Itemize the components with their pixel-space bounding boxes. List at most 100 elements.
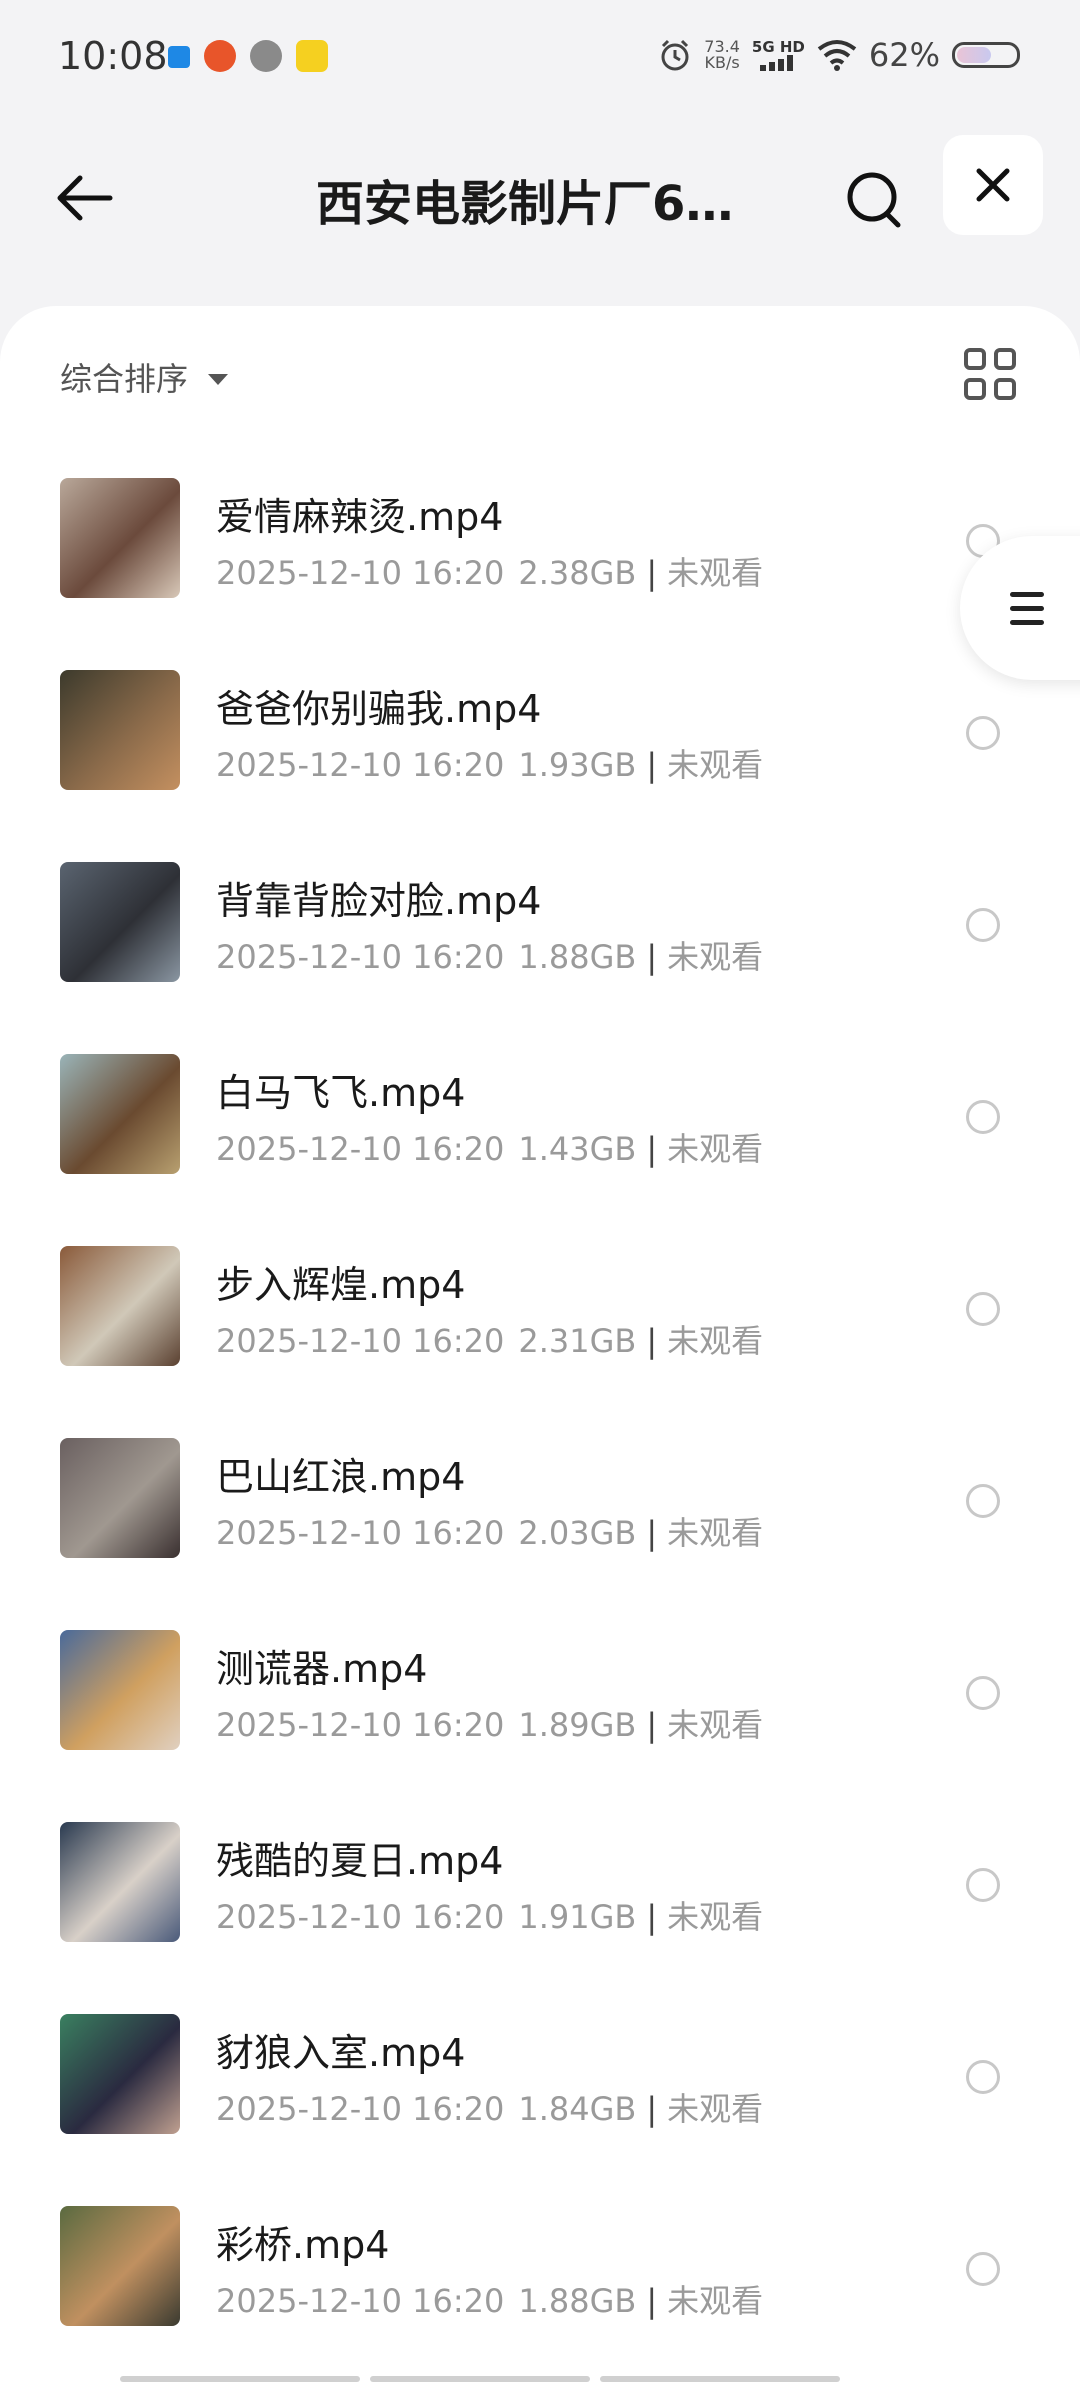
- alarm-icon: [661, 39, 689, 71]
- wifi-icon: [817, 40, 857, 71]
- file-row[interactable]: 白马飞飞.mp4 2025-12-10 16:20 1.43GB | 未观看: [0, 1022, 1080, 1214]
- status-bar: 10:08 73.4 KB/s 5G HD 62%: [0, 0, 1080, 120]
- select-checkbox[interactable]: [966, 1484, 1000, 1518]
- select-checkbox[interactable]: [966, 2060, 1000, 2094]
- file-name: 豺狼入室.mp4: [216, 2031, 466, 2075]
- select-checkbox[interactable]: [966, 1292, 1000, 1326]
- select-checkbox[interactable]: [966, 908, 1000, 942]
- battery-percent: 62%: [868, 36, 940, 74]
- file-name: 残酷的夏日.mp4: [216, 1839, 504, 1883]
- select-checkbox[interactable]: [966, 2252, 1000, 2286]
- file-row[interactable]: 爸爸你别骗我.mp4 2025-12-10 16:20 1.93GB | 未观看: [0, 638, 1080, 830]
- file-size: 1.89GB: [518, 1706, 637, 1744]
- file-row[interactable]: 爱情麻辣烫.mp4 2025-12-10 16:20 2.38GB | 未观看: [0, 446, 1080, 638]
- file-size: 1.93GB: [518, 746, 637, 784]
- meta-separator: |: [646, 2282, 658, 2320]
- watch-status: 未观看: [667, 1514, 764, 1552]
- file-row[interactable]: 步入辉煌.mp4 2025-12-10 16:20 2.31GB | 未观看: [0, 1214, 1080, 1406]
- video-thumbnail: [60, 670, 180, 790]
- watch-status: 未观看: [667, 746, 764, 784]
- app-notification-icon-blue: [168, 46, 190, 68]
- battery-level: [957, 47, 992, 63]
- file-meta: 2025-12-10 16:20 2.31GB | 未观看: [216, 1316, 763, 1362]
- select-checkbox[interactable]: [966, 1868, 1000, 1902]
- file-row[interactable]: 测谎器.mp4 2025-12-10 16:20 1.89GB | 未观看: [0, 1598, 1080, 1790]
- meta-separator: |: [646, 1130, 658, 1168]
- file-size: 1.88GB: [518, 2282, 637, 2320]
- file-row[interactable]: 彩桥.mp4 2025-12-10 16:20 1.88GB | 未观看: [0, 2174, 1080, 2366]
- header: 西安电影制片厂64…: [0, 120, 1080, 290]
- watch-status: 未观看: [667, 2090, 764, 2128]
- grid-view-button[interactable]: [964, 348, 1016, 400]
- video-thumbnail: [60, 1438, 180, 1558]
- grid-view-icon: [964, 378, 986, 400]
- video-thumbnail: [60, 1630, 180, 1750]
- file-name: 爸爸你别骗我.mp4: [216, 687, 542, 731]
- select-checkbox[interactable]: [966, 716, 1000, 750]
- select-checkbox[interactable]: [966, 1100, 1000, 1134]
- video-thumbnail: [60, 2206, 180, 2326]
- watch-status: 未观看: [667, 1322, 764, 1360]
- sort-dropdown[interactable]: 综合排序: [60, 354, 229, 400]
- file-date: 2025-12-10 16:20: [216, 746, 505, 784]
- notification-icons: [168, 40, 328, 72]
- close-icon: [976, 168, 1010, 202]
- watch-status: 未观看: [667, 1898, 764, 1936]
- file-meta: 2025-12-10 16:20 2.03GB | 未观看: [216, 1508, 763, 1554]
- watch-status: 未观看: [667, 1706, 764, 1744]
- file-date: 2025-12-10 16:20: [216, 1706, 505, 1744]
- network-type: 5G HD: [751, 37, 805, 56]
- file-size: 2.38GB: [518, 554, 637, 592]
- file-date: 2025-12-10 16:20: [216, 1898, 505, 1936]
- file-size: 1.84GB: [518, 2090, 637, 2128]
- video-thumbnail: [60, 862, 180, 982]
- file-date: 2025-12-10 16:20: [216, 1130, 505, 1168]
- video-thumbnail: [60, 1822, 180, 1942]
- meta-separator: |: [646, 554, 658, 592]
- video-thumbnail: [60, 1054, 180, 1174]
- status-time: 10:08: [58, 34, 168, 78]
- page-title: 西安电影制片厂64…: [316, 176, 766, 232]
- file-meta: 2025-12-10 16:20 1.89GB | 未观看: [216, 1700, 763, 1746]
- meta-separator: |: [646, 1514, 658, 1552]
- file-size: 1.91GB: [518, 1898, 637, 1936]
- search-button[interactable]: [834, 150, 914, 250]
- file-meta: 2025-12-10 16:20 1.43GB | 未观看: [216, 1124, 763, 1170]
- meta-separator: |: [646, 1322, 658, 1360]
- file-row[interactable]: 巴山红浪.mp4 2025-12-10 16:20 2.03GB | 未观看: [0, 1406, 1080, 1598]
- app-notification-icon-yellow: [296, 40, 328, 72]
- file-meta: 2025-12-10 16:20 1.93GB | 未观看: [216, 740, 763, 786]
- file-name: 爱情麻辣烫.mp4: [216, 495, 504, 539]
- file-date: 2025-12-10 16:20: [216, 2090, 505, 2128]
- file-row[interactable]: 残酷的夏日.mp4 2025-12-10 16:20 1.91GB | 未观看: [0, 1790, 1080, 1982]
- file-row[interactable]: 背靠背脸对脸.mp4 2025-12-10 16:20 1.88GB | 未观看: [0, 830, 1080, 1022]
- cellular-signal: 5G HD: [751, 37, 805, 71]
- caret-down-icon: [208, 373, 229, 385]
- watch-status: 未观看: [667, 2282, 764, 2320]
- close-button[interactable]: [943, 135, 1043, 235]
- file-meta: 2025-12-10 16:20 2.38GB | 未观看: [216, 548, 763, 594]
- file-name: 白马飞飞.mp4: [216, 1071, 466, 1115]
- watch-status: 未观看: [667, 938, 764, 976]
- meta-separator: |: [646, 2090, 658, 2128]
- meta-separator: |: [646, 1898, 658, 1936]
- file-name: 背靠背脸对脸.mp4: [216, 879, 542, 923]
- file-meta: 2025-12-10 16:20 1.84GB | 未观看: [216, 2084, 763, 2130]
- select-checkbox[interactable]: [966, 1676, 1000, 1710]
- file-panel: 综合排序 爱情麻辣烫.mp4 2025-12-10 16:20 2.38GB | 未观看…: [0, 306, 1080, 2388]
- scroll-indicator: [120, 2376, 840, 2382]
- watch-status: 未观看: [667, 554, 764, 592]
- grid-view-icon: [994, 348, 1016, 370]
- file-list: 爱情麻辣烫.mp4 2025-12-10 16:20 2.38GB | 未观看 爸爸你别骗…: [0, 446, 1080, 2366]
- back-button[interactable]: [44, 158, 124, 238]
- net-speed: 73.4 KB/s: [704, 39, 740, 71]
- arrow-left-icon: [57, 175, 113, 221]
- grid-view-icon: [994, 378, 1016, 400]
- sort-label: 综合排序: [60, 360, 189, 398]
- video-thumbnail: [60, 478, 180, 598]
- menu-icon: [1010, 591, 1044, 625]
- net-speed-unit: KB/s: [704, 53, 740, 72]
- file-name: 测谎器.mp4: [216, 1647, 428, 1691]
- app-notification-icon-chat: [250, 40, 282, 72]
- file-row[interactable]: 豺狼入室.mp4 2025-12-10 16:20 1.84GB | 未观看: [0, 1982, 1080, 2174]
